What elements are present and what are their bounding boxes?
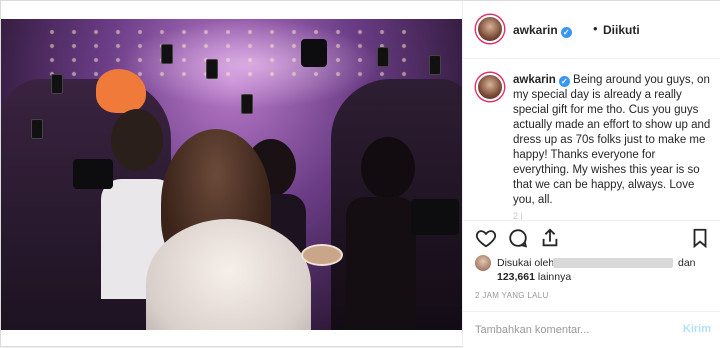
- phone-icon: [429, 55, 441, 75]
- likes-count-suffix[interactable]: lainnya: [538, 271, 571, 283]
- verified-badge-icon: ✓: [560, 27, 572, 38]
- caption-author-username[interactable]: awkarin ✓: [513, 74, 570, 87]
- caption-timestamp: 2 j: [513, 211, 523, 221]
- post-caption: awkarin ✓ Being around you guys, on my sp…: [513, 73, 713, 208]
- author-name-text[interactable]: awkarin: [513, 23, 558, 37]
- comment-bubble-icon: [509, 229, 528, 248]
- comment-button[interactable]: [507, 227, 531, 251]
- likes-section: Disukai oleh dan 123,661 lainnya: [475, 255, 715, 291]
- share-button[interactable]: [539, 227, 563, 251]
- comment-form: Kirim: [463, 311, 720, 347]
- liker-avatar[interactable]: [475, 255, 491, 271]
- verified-badge-icon: ✓: [558, 76, 570, 87]
- string-lights: [41, 25, 421, 85]
- phone-icon: [241, 94, 253, 114]
- orange-hair-person: [96, 69, 146, 113]
- redacted-username: [553, 258, 673, 268]
- phone-icon: [161, 44, 173, 64]
- post-photo[interactable]: [1, 19, 462, 330]
- caption-section: awkarin ✓ Being around you guys, on my sp…: [463, 59, 720, 221]
- caption-text: Being around you guys, on my special day…: [513, 74, 711, 206]
- comment-input[interactable]: [475, 320, 665, 340]
- phone-icon: [31, 119, 43, 139]
- camera-icon: [73, 159, 113, 189]
- phone-icon: [206, 59, 218, 79]
- likes-count-number[interactable]: 123,661: [497, 271, 535, 283]
- caption-author-name-text[interactable]: awkarin: [513, 74, 556, 86]
- camera-icon: [411, 199, 459, 235]
- author-username[interactable]: awkarin ✓: [513, 23, 572, 38]
- post-sidebar: awkarin ✓ • Diikuti awkarin ✓ Being around…: [462, 1, 720, 348]
- share-icon: [542, 228, 558, 247]
- save-button[interactable]: [689, 227, 713, 251]
- like-button[interactable]: [475, 227, 499, 251]
- bookmark-icon: [693, 228, 707, 249]
- likes-count[interactable]: 123,661 lainnya: [497, 271, 571, 283]
- likes-and-label: dan: [678, 257, 696, 269]
- author-avatar[interactable]: [476, 15, 504, 43]
- post-time-ago[interactable]: 2 JAM YANG LALU: [475, 291, 549, 300]
- birthday-cake: [301, 244, 343, 266]
- follow-status-button[interactable]: Diikuti: [603, 23, 640, 37]
- liked-by-label: Disukai oleh: [497, 257, 555, 269]
- action-bar: [463, 225, 720, 253]
- phone-icon: [51, 74, 63, 94]
- person-head: [111, 109, 163, 171]
- phone-icon: [377, 47, 389, 67]
- person-head: [361, 137, 415, 199]
- post-header: awkarin ✓ • Diikuti: [463, 1, 720, 59]
- black-dress-person: [346, 197, 416, 330]
- post-comment-button[interactable]: Kirim: [683, 323, 711, 335]
- camera-icon: [301, 39, 327, 67]
- caption-author-avatar[interactable]: [476, 73, 504, 101]
- separator-dot: •: [593, 21, 598, 36]
- instagram-post-card: awkarin ✓ • Diikuti awkarin ✓ Being around…: [0, 0, 720, 348]
- heart-icon: [475, 230, 497, 248]
